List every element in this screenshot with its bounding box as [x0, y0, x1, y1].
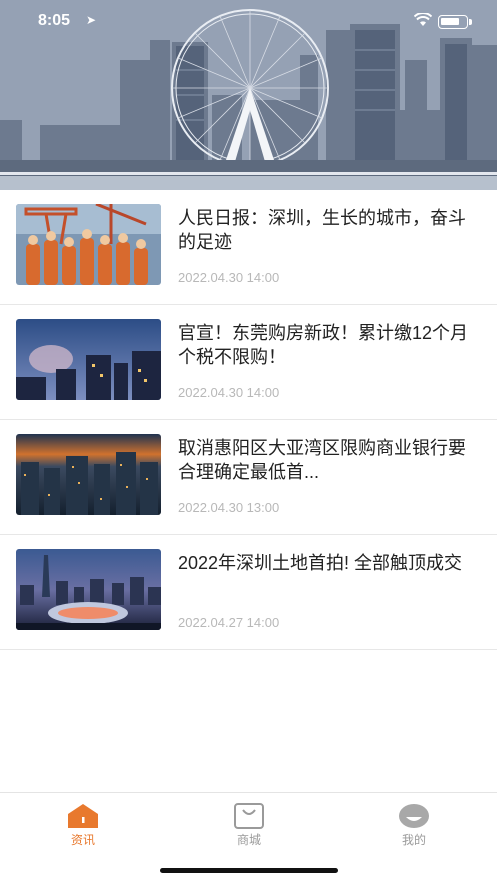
tab-profile[interactable]: 我的	[369, 803, 459, 849]
location-arrow-icon: ➤	[86, 13, 97, 27]
home-indicator[interactable]	[160, 868, 338, 873]
header-banner: 8:05 ➤	[0, 0, 497, 190]
news-list: 人民日报：深圳，生长的城市，奋斗的足迹 2022.04.30 14:00 官宣！…	[0, 190, 497, 650]
news-title: 官宣！东莞购房新政！累计缴12个月个税不限购！	[178, 323, 469, 367]
news-thumbnail	[16, 549, 161, 630]
news-item[interactable]: 取消惠阳区大亚湾区限购商业银行要合理确定最低首... 2022.04.30 13…	[0, 420, 497, 535]
news-date: 2022.04.30 14:00	[178, 385, 280, 400]
profile-icon	[398, 803, 430, 829]
tab-label: 我的	[401, 833, 426, 847]
news-title: 2022年深圳土地首拍! 全部触顶成交	[178, 553, 463, 573]
status-bar: 8:05 ➤	[0, 0, 497, 44]
news-thumbnail	[16, 319, 161, 400]
news-item[interactable]: 人民日报：深圳，生长的城市，奋斗的足迹 2022.04.30 14:00	[0, 190, 497, 305]
news-thumbnail	[16, 434, 161, 515]
tab-label: 资讯	[70, 833, 95, 847]
news-item[interactable]: 2022年深圳土地首拍! 全部触顶成交 2022.04.27 14:00	[0, 535, 497, 650]
news-date: 2022.04.30 14:00	[178, 270, 280, 285]
news-thumbnail	[16, 204, 161, 285]
news-item[interactable]: 官宣！东莞购房新政！累计缴12个月个税不限购！ 2022.04.30 14:00	[0, 305, 497, 420]
news-date: 2022.04.30 13:00	[178, 500, 280, 515]
news-title: 人民日报：深圳，生长的城市，奋斗的足迹	[178, 208, 466, 252]
tab-mall[interactable]: 商城	[204, 803, 294, 849]
status-time: 8:05	[38, 12, 71, 29]
news-date: 2022.04.27 14:00	[178, 615, 280, 630]
tab-news[interactable]: 资讯	[38, 803, 128, 849]
shopping-bag-icon	[233, 803, 265, 829]
tab-label: 商城	[236, 833, 261, 847]
news-title: 取消惠阳区大亚湾区限购商业银行要合理确定最低首...	[178, 438, 466, 482]
battery-icon	[438, 15, 472, 29]
news-house-icon	[67, 803, 99, 829]
